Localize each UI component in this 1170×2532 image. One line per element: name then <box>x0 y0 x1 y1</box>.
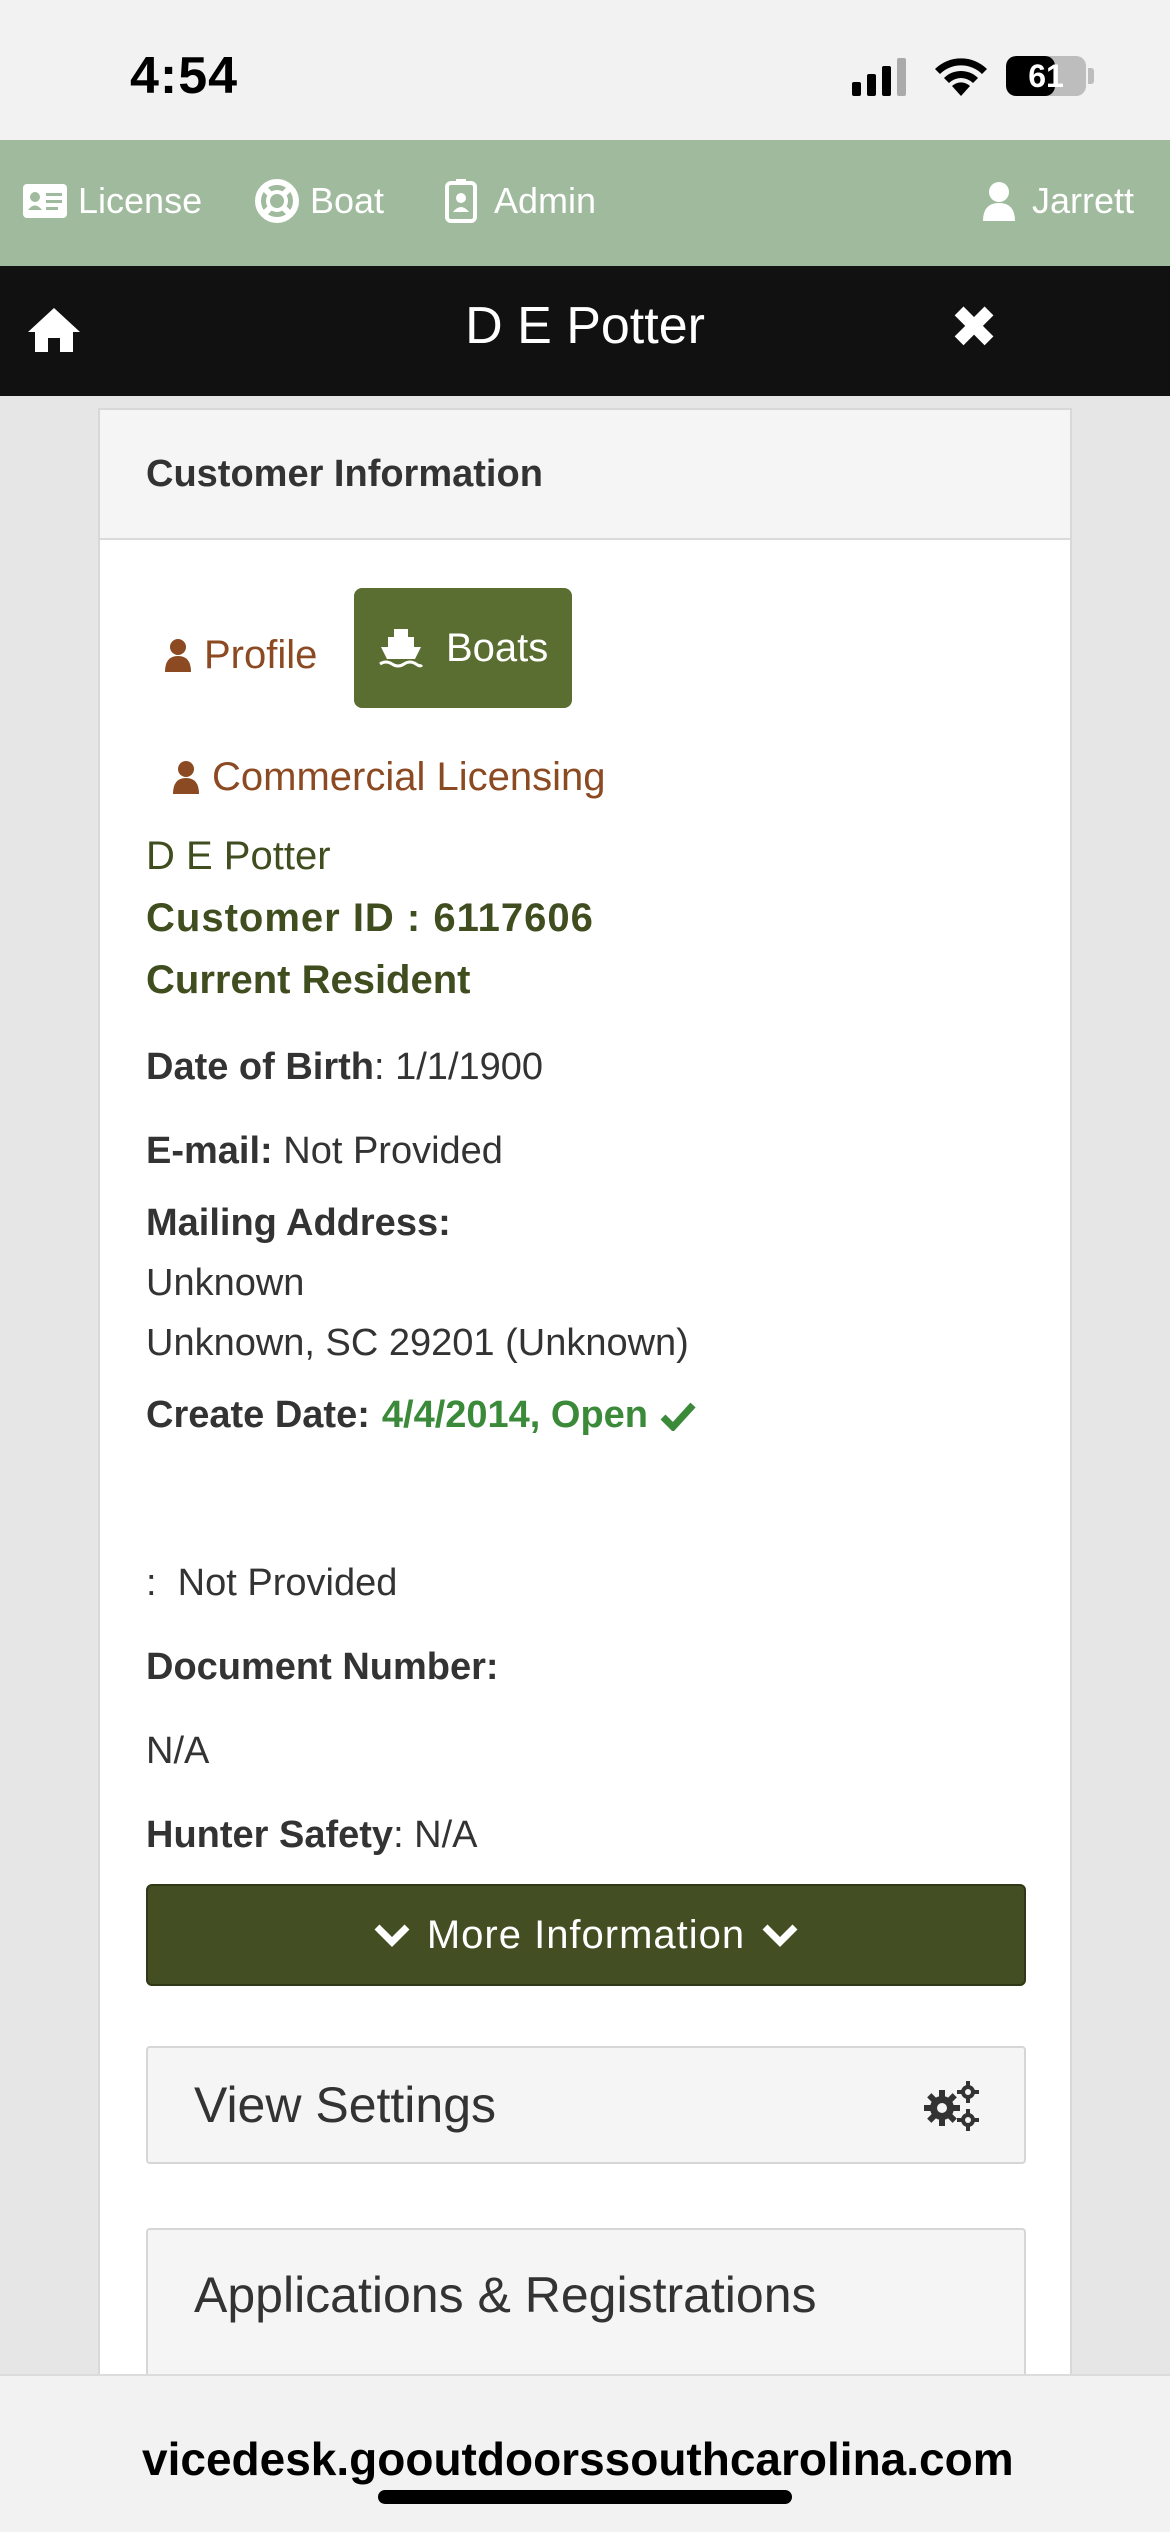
gears-icon[interactable] <box>922 2078 982 2132</box>
dob-row: Date of Birth: 1/1/1900 <box>146 1046 543 1089</box>
view-settings-label: View Settings <box>194 2077 497 2133</box>
tab-profile-label: Profile <box>204 632 318 677</box>
chevron-down-icon <box>374 1924 410 1947</box>
life-ring-icon <box>254 178 300 224</box>
residency-status: Current Resident <box>146 958 471 1002</box>
view-settings-panel[interactable]: View Settings <box>146 2046 1026 2164</box>
home-indicator[interactable] <box>378 2490 792 2504</box>
hunter-safety-row: Hunter Safety: N/A <box>146 1814 478 1857</box>
create-date-row: Create Date: 4/4/2014, Open <box>146 1394 696 1437</box>
ship-icon <box>379 629 424 668</box>
nav-user-label: Jarrett <box>1032 180 1135 221</box>
nav-admin[interactable]: Admin <box>438 178 596 224</box>
nav-license[interactable]: License <box>22 178 202 224</box>
create-date-label: Create Date: <box>146 1394 370 1436</box>
create-date-value: 4/4/2014, Open <box>381 1394 649 1436</box>
battery-nub <box>1088 68 1094 84</box>
tab-profile[interactable]: Profile <box>164 610 317 700</box>
customer-name: D E Potter <box>146 834 331 878</box>
email-row: E-mail: Not Provided <box>146 1130 503 1173</box>
applications-registrations-label: Applications & Registrations <box>194 2267 817 2323</box>
battery-icon: 61 <box>1006 56 1086 96</box>
id-badge-icon <box>438 178 484 224</box>
tab-commercial-licensing[interactable]: Commercial Licensing <box>172 732 605 822</box>
dob-label: Date of Birth <box>146 1046 374 1088</box>
unlabeled-field: : Not Provided <box>146 1562 398 1604</box>
status-time: 4:54 <box>130 47 239 105</box>
hunter-safety-value: : N/A <box>393 1814 478 1856</box>
top-nav: License Boat Admin Jarrett <box>0 140 1170 266</box>
user-icon <box>173 761 199 794</box>
dob-value: : 1/1/1900 <box>374 1046 544 1088</box>
title-bar: D E Potter ✖ <box>0 266 1170 396</box>
customer-info-card: Customer Information Profile Boats Comme… <box>98 408 1072 2428</box>
document-number-value: N/A <box>146 1730 210 1772</box>
cellular-signal-icon <box>852 56 906 96</box>
document-number-label: Document Number: <box>146 1646 499 1688</box>
id-card-icon <box>22 178 68 224</box>
nav-user[interactable]: Jarrett <box>976 178 1134 224</box>
check-icon <box>660 1402 696 1431</box>
more-information-button[interactable]: More Information <box>146 1884 1026 1986</box>
mailing-address-line1: Unknown <box>146 1262 305 1304</box>
battery-percent: 61 <box>1028 57 1064 94</box>
email-label: E-mail: <box>146 1130 273 1172</box>
user-icon <box>976 178 1022 224</box>
nav-boat[interactable]: Boat <box>254 178 384 224</box>
wifi-icon <box>935 58 987 96</box>
email-value: Not Provided <box>272 1130 503 1172</box>
url-text: vicedesk.gooutdoorssouthcarolina.com <box>142 2433 1014 2485</box>
status-bar: 4:54 61 <box>0 0 1170 140</box>
tab-commercial-label: Commercial Licensing <box>212 754 606 799</box>
hunter-safety-label: Hunter Safety <box>146 1814 394 1856</box>
nav-license-label: License <box>78 180 203 221</box>
customer-id: Customer ID : 6117606 <box>146 896 594 940</box>
user-icon <box>165 639 191 672</box>
mailing-address-line2: Unknown, SC 29201 (Unknown) <box>146 1322 689 1364</box>
close-icon[interactable]: ✖ <box>948 298 1000 358</box>
tab-boats[interactable]: Boats <box>354 588 573 708</box>
tab-boats-label: Boats <box>446 625 549 670</box>
card-header: Customer Information <box>100 410 1070 540</box>
chevron-down-icon <box>762 1924 798 1947</box>
nav-boat-label: Boat <box>310 180 385 221</box>
mailing-address-label: Mailing Address: <box>146 1202 451 1244</box>
more-information-label: More Information <box>426 1912 746 1957</box>
browser-url-bar[interactable]: vicedesk.gooutdoorssouthcarolina.com <box>0 2374 1170 2532</box>
nav-admin-label: Admin <box>494 180 597 221</box>
